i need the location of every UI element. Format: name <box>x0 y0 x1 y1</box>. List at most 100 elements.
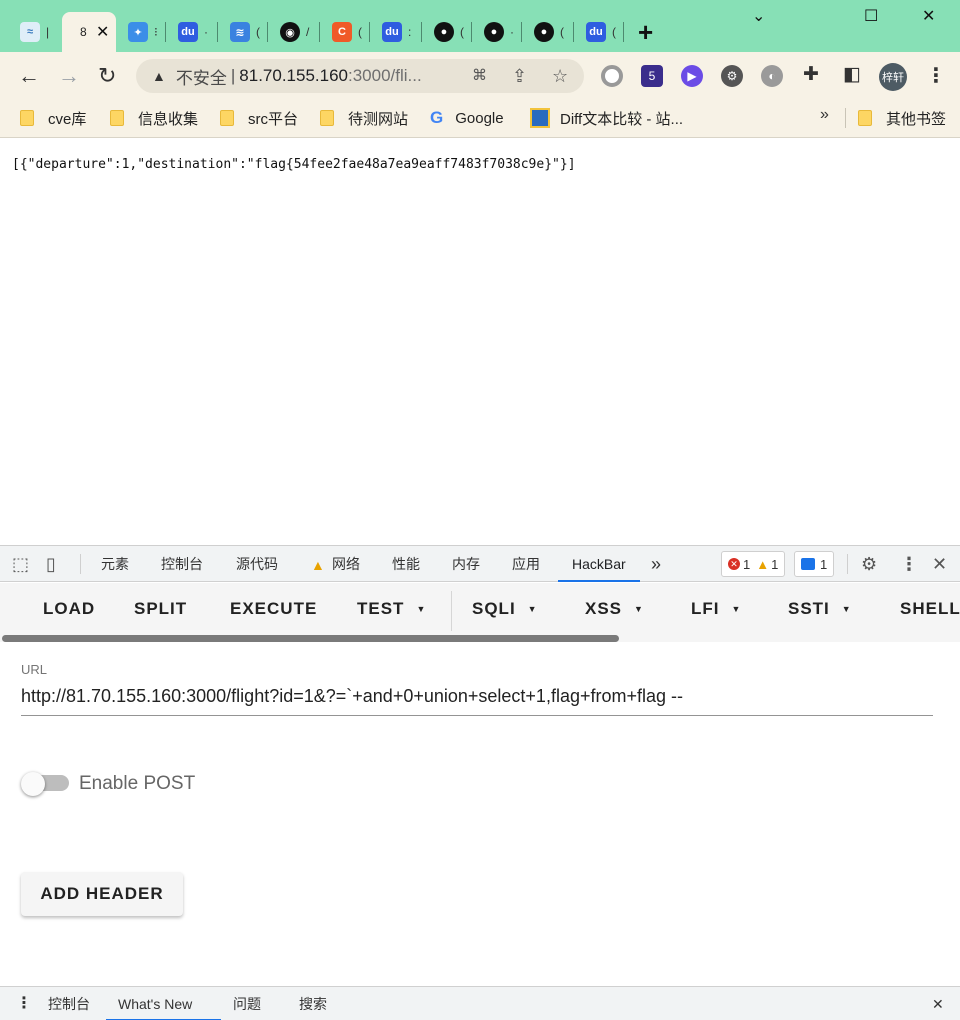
tamper-extension-icon[interactable]: ◐ <box>761 65 783 87</box>
devtools-tab-elements[interactable]: 元素 <box>101 546 129 582</box>
bookmark-diff[interactable]: Diff文本比较 - 站... <box>530 100 683 136</box>
message-icon <box>801 558 815 570</box>
side-panel-icon[interactable]: ◧ <box>843 65 861 85</box>
bookmark-label: 待测网站 <box>348 110 409 128</box>
translate-icon[interactable]: ⌘ <box>472 66 487 86</box>
puzzle-icon[interactable]: ✚ <box>803 65 819 85</box>
browser-tab[interactable]: ● ( <box>522 12 574 52</box>
execute-button[interactable]: EXECUTE <box>230 599 317 619</box>
record-extension-icon[interactable] <box>601 65 623 87</box>
site-favicon-icon: ≈ <box>20 22 40 42</box>
devtools-tab-memory[interactable]: 内存 <box>452 546 480 582</box>
xss-dropdown[interactable]: XSS ▼ <box>585 599 644 619</box>
browser-tab-active[interactable]: 8 ✕ <box>62 12 116 52</box>
browser-tab[interactable]: ◉ / <box>268 12 320 52</box>
c-favicon-icon: C <box>332 22 352 42</box>
play-extension-icon[interactable]: ▶ <box>681 65 703 87</box>
browser-tab[interactable]: C ( <box>320 12 370 52</box>
button-label: TEST <box>357 599 405 618</box>
tab-close-icon[interactable]: ✕ <box>96 22 109 42</box>
tab-title: / <box>306 25 310 39</box>
drawer-tab-issues[interactable]: 问题 <box>233 987 261 1020</box>
url-path[interactable]: :3000/fli... <box>348 66 422 86</box>
bookmark-label: 信息收集 <box>138 110 199 128</box>
devtools-menu-icon[interactable]: ⋮ <box>900 554 918 574</box>
bookmark-folder-info[interactable]: 信息收集 <box>110 100 198 136</box>
window-close-icon[interactable]: ✕ <box>922 6 935 26</box>
drawer-menu-icon[interactable]: ⋮ <box>16 987 32 1020</box>
shell-dropdown[interactable]: SHELL <box>900 599 960 619</box>
devtools-tab-hackbar[interactable]: HackBar <box>558 546 640 582</box>
other-bookmarks[interactable]: 其他书签 <box>858 100 946 136</box>
profile-avatar[interactable]: 梓轩 <box>879 63 907 91</box>
bookmarks-overflow-icon[interactable]: » <box>820 106 829 124</box>
stack-extension-icon[interactable]: 5 <box>641 65 663 87</box>
button-label: SSTI <box>788 599 830 618</box>
back-icon[interactable]: ← <box>18 64 40 88</box>
bookmark-folder-src[interactable]: src平台 <box>220 100 298 136</box>
lfi-dropdown[interactable]: LFI ▼ <box>691 599 741 619</box>
caret-down-icon: ▼ <box>527 604 538 614</box>
drawer-tab-whats-new[interactable]: What's New ✕ <box>106 987 221 1020</box>
forward-icon[interactable]: → <box>58 64 80 88</box>
bookmark-folder-cve[interactable]: cve库 <box>20 100 86 136</box>
bookmark-folder-targets[interactable]: 待测网站 <box>320 100 408 136</box>
hackbar-url-input[interactable] <box>21 678 933 716</box>
devtools-tab-network[interactable]: 网络 <box>332 546 360 582</box>
more-tabs-icon[interactable]: » <box>651 546 661 582</box>
hackbar-scrollbar[interactable] <box>0 634 960 642</box>
new-tab-button[interactable]: + <box>638 18 653 46</box>
browser-menu-icon[interactable]: ⋮ <box>926 64 946 88</box>
add-header-button[interactable]: ADD HEADER <box>21 872 183 916</box>
bookmark-label: Diff文本比较 - 站... <box>560 110 684 128</box>
browser-tab[interactable]: du ( <box>574 12 624 52</box>
bookmarks-bar: cve库 信息收集 src平台 待测网站 G Google Diff文本比较 -… <box>0 100 960 138</box>
maximize-icon[interactable]: ☐ <box>864 6 878 26</box>
browser-tab[interactable]: du · <box>166 12 218 52</box>
sqli-dropdown[interactable]: SQLI ▼ <box>472 599 538 619</box>
messages-counter[interactable]: 1 <box>794 551 835 577</box>
devtools-tab-sources[interactable]: 源代码 <box>236 546 278 582</box>
browser-tab[interactable]: ≈ | <box>8 12 62 52</box>
hackbar-toolbar: LOAD SPLIT EXECUTE TEST ▼ SQLI ▼ XSS ▼ LFI ▼… <box>0 583 960 641</box>
browser-tab[interactable]: ≋ ( <box>218 12 268 52</box>
browser-tab[interactable]: du : <box>370 12 422 52</box>
minimize-icon[interactable]: ⌄ <box>752 6 765 26</box>
json-response: [{"departure":1,"destination":"flag{54fe… <box>12 157 576 172</box>
share-icon[interactable]: ⇪ <box>512 66 527 86</box>
gear-extension-icon[interactable]: ⚙ <box>721 65 743 87</box>
drawer-tab-console[interactable]: 控制台 <box>48 987 90 1020</box>
devtools-tab-application[interactable]: 应用 <box>512 546 540 582</box>
url-host[interactable]: 81.70.155.160 <box>239 66 348 86</box>
message-count: 1 <box>820 556 828 572</box>
browser-tab[interactable]: ✦ ⁝ <box>116 12 166 52</box>
google-icon: G <box>430 108 444 127</box>
devtools-tab-console[interactable]: 控制台 <box>161 546 203 582</box>
scrollbar-thumb[interactable] <box>2 635 619 642</box>
drawer-close-icon[interactable]: ✕ <box>932 987 944 1020</box>
split-button[interactable]: SPLIT <box>134 599 187 619</box>
toggle-knob[interactable] <box>21 772 45 796</box>
browser-tab[interactable]: ● · <box>472 12 522 52</box>
security-label[interactable]: 不安全 <box>176 64 227 89</box>
bookmark-star-icon[interactable]: ☆ <box>552 66 568 86</box>
reload-icon[interactable]: ↻ <box>98 64 116 88</box>
issues-counter[interactable]: ✕ 1 ▲ 1 <box>721 551 786 577</box>
bookmarks-divider <box>845 108 846 128</box>
caret-down-icon: ▼ <box>731 604 742 614</box>
drawer-tab-search[interactable]: 搜索 <box>299 987 327 1020</box>
device-toolbar-icon[interactable]: ▯ <box>46 554 56 574</box>
settings-gear-icon[interactable]: ⚙ <box>861 554 877 574</box>
ssti-dropdown[interactable]: SSTI ▼ <box>788 599 852 619</box>
network-warning-icon: ▲ <box>311 557 325 573</box>
bookmark-google[interactable]: G Google <box>430 100 504 136</box>
inspect-element-icon[interactable]: ⬚ <box>12 554 29 574</box>
browser-tab[interactable]: ● ( <box>422 12 472 52</box>
bookmark-label: Google <box>455 109 504 127</box>
devtools-tab-performance[interactable]: 性能 <box>392 546 420 582</box>
warning-icon[interactable]: ▲ <box>152 68 166 84</box>
load-button[interactable]: LOAD <box>43 599 95 619</box>
baidu-favicon-icon: du <box>382 22 402 42</box>
devtools-close-icon[interactable]: ✕ <box>932 554 947 574</box>
test-dropdown[interactable]: TEST ▼ <box>357 599 426 619</box>
